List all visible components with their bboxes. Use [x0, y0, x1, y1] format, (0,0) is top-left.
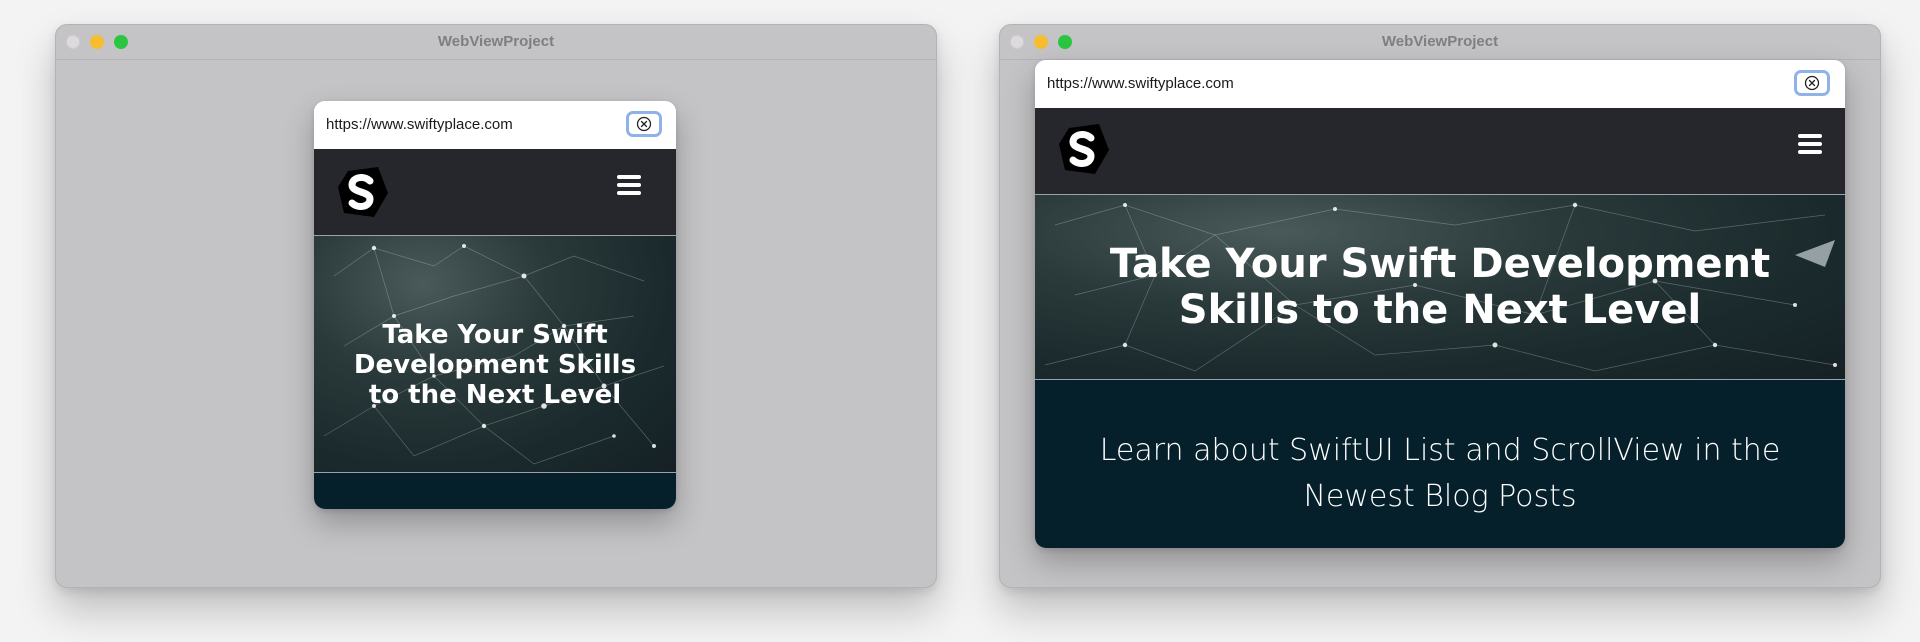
- xmark-circle-icon: [636, 116, 652, 132]
- hero-title: Take Your Swift Development Skills to th…: [353, 320, 637, 410]
- window-titlebar[interactable]: WebViewProject: [1000, 25, 1880, 60]
- window-titlebar[interactable]: WebViewProject: [56, 25, 936, 60]
- url-field[interactable]: https://www.swiftyplace.com: [326, 116, 513, 133]
- swiftyplace-logo[interactable]: [334, 163, 392, 221]
- url-bar: https://www.swiftyplace.com: [1035, 60, 1845, 108]
- xmark-circle-icon: [1804, 75, 1820, 91]
- url-field[interactable]: https://www.swiftyplace.com: [1047, 75, 1234, 92]
- site-header: [1035, 108, 1845, 194]
- url-bar: https://www.swiftyplace.com: [314, 101, 676, 149]
- webview-sheet: https://www.swiftyplace.com Take Your Sw…: [314, 101, 676, 509]
- swiftyplace-logo[interactable]: [1055, 120, 1113, 178]
- hamburger-menu-icon[interactable]: [1798, 134, 1822, 154]
- site-header: [314, 149, 676, 235]
- app-window-right: WebViewProject https://www.swiftyplace.c…: [999, 24, 1881, 588]
- window-title: WebViewProject: [437, 33, 555, 50]
- app-window-left: WebViewProject https://www.swiftyplace.c…: [55, 24, 937, 588]
- window-title: WebViewProject: [1381, 33, 1499, 50]
- blog-section: [314, 473, 676, 509]
- hero-banner: Take Your Swift Development Skills to th…: [1035, 194, 1845, 380]
- hero-title: Take Your Swift Development Skills to th…: [1109, 241, 1771, 333]
- clear-url-button[interactable]: [626, 111, 662, 137]
- hero-banner: Take Your Swift Development Skills to th…: [314, 235, 676, 473]
- blog-intro-text: Learn about SwiftUI List and ScrollView …: [1099, 433, 1781, 514]
- blog-section: Learn about SwiftUI List and ScrollView …: [1035, 380, 1845, 548]
- clear-url-button[interactable]: [1794, 70, 1830, 96]
- webview-sheet: https://www.swiftyplace.com Take Your Sw…: [1035, 60, 1845, 548]
- hamburger-menu-icon[interactable]: [617, 175, 641, 195]
